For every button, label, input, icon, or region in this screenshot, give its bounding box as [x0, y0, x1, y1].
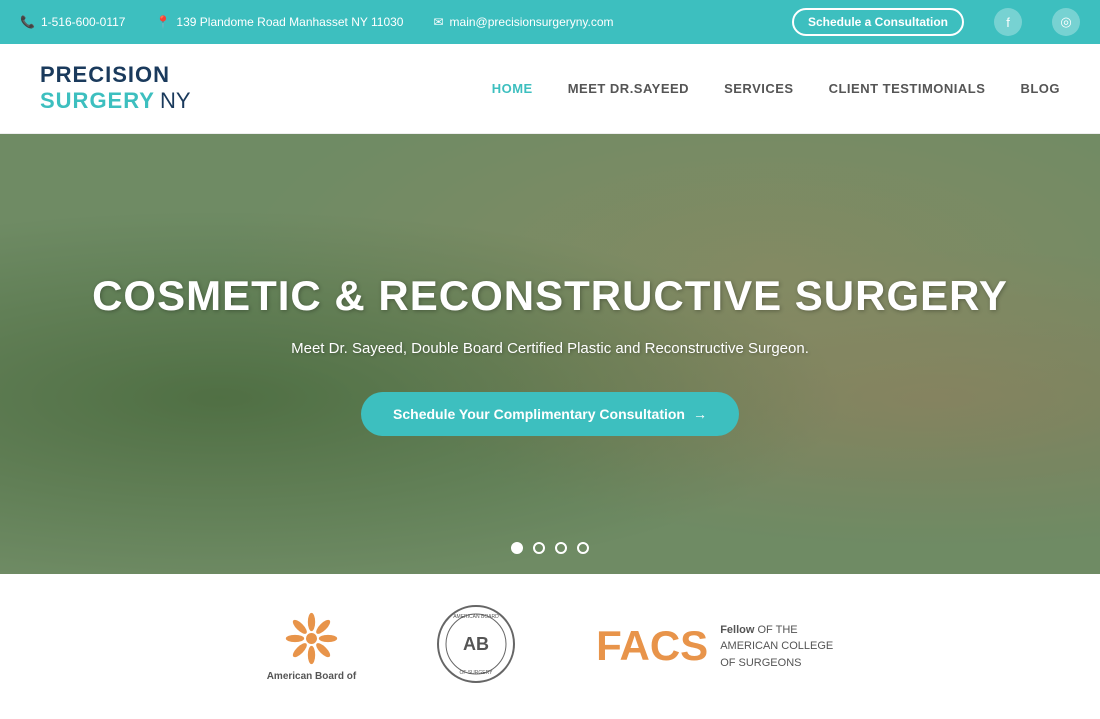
navbar: PRECISION SURGERY NY HOME MEET DR.SAYEED… [0, 44, 1100, 134]
email-icon: ✉ [433, 15, 443, 29]
american-board-logo: American Board of [267, 611, 356, 682]
hero-section: COSMETIC & RECONSTRUCTIVE SURGERY Meet D… [0, 134, 1100, 574]
location-icon: 📍 [155, 15, 170, 29]
svg-text:OF SURGERY: OF SURGERY [460, 670, 494, 676]
nav-links: HOME MEET DR.SAYEED SERVICES CLIENT TEST… [492, 81, 1060, 96]
address-text: 139 Plandome Road Manhasset NY 11030 [176, 15, 403, 29]
star-icon [284, 611, 339, 666]
instagram-icon[interactable]: ◎ [1052, 8, 1080, 36]
abs-logo: AB AMERICAN BOARD OF SURGERY [436, 604, 516, 689]
email-text: main@precisionsurgeryny.com [450, 15, 614, 29]
phone-icon: 📞 [20, 15, 35, 29]
facs-subtitle-bold: Fellow [720, 624, 754, 636]
slide-dot-4[interactable] [577, 542, 589, 554]
hero-subtitle: Meet Dr. Sayeed, Double Board Certified … [92, 340, 1008, 357]
hero-content: COSMETIC & RECONSTRUCTIVE SURGERY Meet D… [12, 272, 1088, 436]
logos-section: American Board of AB AMERICAN BOARD OF S… [0, 574, 1100, 719]
top-bar: 📞 1-516-600-0117 📍 139 Plandome Road Man… [0, 0, 1100, 44]
abs-circular-badge: AB AMERICAN BOARD OF SURGERY [436, 604, 516, 684]
phone-item: 📞 1-516-600-0117 [20, 15, 125, 29]
svg-text:AB: AB [463, 634, 489, 654]
nav-blog[interactable]: BLOG [1020, 81, 1060, 96]
slider-dots [511, 542, 589, 554]
facs-subtitle: Fellow OF THEAMERICAN COLLEGEOF SURGEONS [720, 622, 833, 672]
nav-home[interactable]: HOME [492, 81, 533, 96]
slide-dot-3[interactable] [555, 542, 567, 554]
facebook-icon[interactable]: f [994, 8, 1022, 36]
nav-meet-dr[interactable]: MEET DR.SAYEED [568, 81, 689, 96]
cta-button[interactable]: Schedule Your Complimentary Consultation [361, 392, 739, 436]
american-board-text: American Board of [267, 671, 356, 682]
address-item: 📍 139 Plandome Road Manhasset NY 11030 [155, 15, 403, 29]
email-item: ✉ main@precisionsurgeryny.com [433, 15, 613, 29]
phone-number: 1-516-600-0117 [41, 15, 126, 29]
nav-testimonials[interactable]: CLIENT TESTIMONIALS [829, 81, 986, 96]
nav-services[interactable]: SERVICES [724, 81, 794, 96]
logo: PRECISION SURGERY NY [40, 62, 191, 115]
slide-dot-1[interactable] [511, 542, 523, 554]
schedule-consultation-button[interactable]: Schedule a Consultation [792, 8, 964, 36]
hero-title: COSMETIC & RECONSTRUCTIVE SURGERY [92, 272, 1008, 320]
svg-text:AMERICAN BOARD: AMERICAN BOARD [453, 614, 499, 620]
logo-surgery: SURGERY [40, 88, 155, 114]
logo-precision: PRECISION [40, 62, 170, 88]
facs-logo: FACS Fellow OF THEAMERICAN COLLEGEOF SUR… [596, 622, 833, 672]
slide-dot-2[interactable] [533, 542, 545, 554]
logo-ny: NY [160, 88, 191, 114]
